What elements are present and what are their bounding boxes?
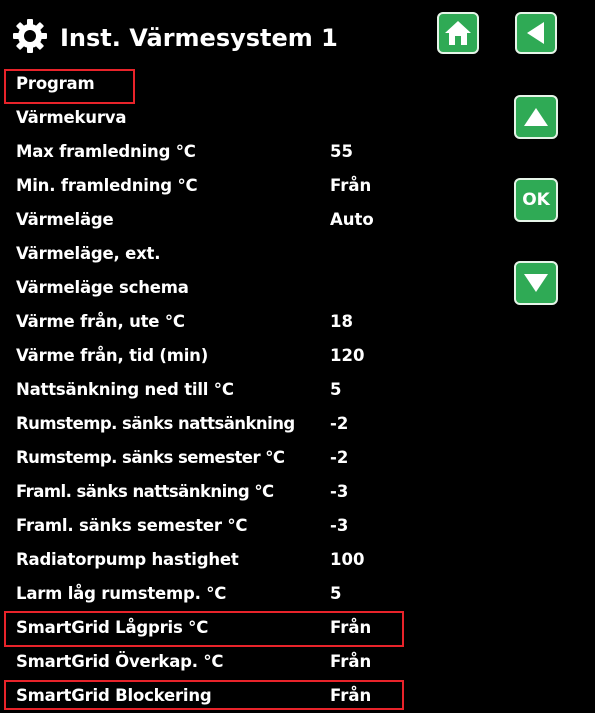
page-title: Inst. Värmesystem 1	[60, 24, 338, 52]
menu-item-label: Larm låg rumstemp. °C	[16, 584, 227, 603]
menu-item-label: Min. framledning °C	[16, 176, 198, 195]
menu-item-value: -3	[330, 482, 349, 501]
home-button[interactable]	[437, 12, 479, 54]
menu-item-label: Värme från, tid (min)	[16, 346, 209, 365]
menu-item-value: Från	[330, 652, 372, 671]
menu-item-smartgrid-blockering[interactable]: SmartGrid Blockering Från	[0, 679, 595, 713]
menu-item-rumstemp-semester[interactable]: Rumstemp. sänks semester °C -2	[0, 441, 595, 475]
menu-item-value: -2	[330, 448, 349, 467]
menu-item-value: 5	[330, 584, 342, 603]
menu-item-varme-fran-tid[interactable]: Värme från, tid (min) 120	[0, 339, 595, 373]
menu-item-program[interactable]: Program	[0, 67, 595, 101]
menu-item-value: 5	[330, 380, 342, 399]
menu-item-label: Program	[16, 74, 95, 93]
menu-item-varmekurva[interactable]: Värmekurva	[0, 101, 595, 135]
menu-item-larm-lag-rumstemp[interactable]: Larm låg rumstemp. °C 5	[0, 577, 595, 611]
menu-item-label: Värmeläge schema	[16, 278, 189, 297]
header-bar: Inst. Värmesystem 1	[0, 0, 595, 72]
back-arrow-icon	[524, 20, 548, 46]
menu-item-label: Framl. sänks semester °C	[16, 516, 248, 535]
menu-item-radiatorpump[interactable]: Radiatorpump hastighet 100	[0, 543, 595, 577]
menu-item-value: 120	[330, 346, 365, 365]
menu-item-label: Framl. sänks nattsänkning °C	[16, 482, 274, 501]
home-icon	[443, 19, 473, 47]
menu-item-value: Från	[330, 618, 372, 637]
menu-item-varmelage-ext[interactable]: Värmeläge, ext.	[0, 237, 595, 271]
menu-item-framl-semester[interactable]: Framl. sänks semester °C -3	[0, 509, 595, 543]
menu-item-value: 100	[330, 550, 365, 569]
menu-item-max-framledning[interactable]: Max framledning °C 55	[0, 135, 595, 169]
menu-item-smartgrid-lagpris[interactable]: SmartGrid Lågpris °C Från	[0, 611, 595, 645]
menu-item-value: 18	[330, 312, 353, 331]
menu-item-label: Nattsänkning ned till °C	[16, 380, 234, 399]
menu-item-value: Auto	[330, 210, 374, 229]
menu-item-label: SmartGrid Lågpris °C	[16, 618, 209, 637]
menu-item-label: Max framledning °C	[16, 142, 196, 161]
menu-item-label: Radiatorpump hastighet	[16, 550, 239, 569]
menu-item-value: 55	[330, 142, 353, 161]
menu-item-smartgrid-overkap[interactable]: SmartGrid Överkap. °C Från	[0, 645, 595, 679]
menu-item-varmelage-schema[interactable]: Värmeläge schema	[0, 271, 595, 305]
menu-item-rumstemp-natt[interactable]: Rumstemp. sänks nattsänkning -2	[0, 407, 595, 441]
menu-item-label: Värme från, ute °C	[16, 312, 185, 331]
menu-item-label: Värmeläge	[16, 210, 114, 229]
menu-item-label: Värmeläge, ext.	[16, 244, 161, 263]
menu-item-value: -2	[330, 414, 349, 433]
menu-item-label: SmartGrid Överkap. °C	[16, 652, 224, 671]
menu-item-varme-fran-ute[interactable]: Värme från, ute °C 18	[0, 305, 595, 339]
back-button[interactable]	[515, 12, 557, 54]
gear-icon	[12, 18, 48, 54]
menu-item-framl-natt[interactable]: Framl. sänks nattsänkning °C -3	[0, 475, 595, 509]
menu-item-label: Värmekurva	[16, 108, 127, 127]
settings-menu: Program Värmekurva Max framledning °C 55…	[0, 67, 595, 713]
menu-item-value: Från	[330, 176, 372, 195]
menu-item-value: -3	[330, 516, 349, 535]
menu-item-nattsankning[interactable]: Nattsänkning ned till °C 5	[0, 373, 595, 407]
menu-item-varmelage[interactable]: Värmeläge Auto	[0, 203, 595, 237]
menu-item-min-framledning[interactable]: Min. framledning °C Från	[0, 169, 595, 203]
menu-item-label: Rumstemp. sänks semester °C	[16, 448, 285, 467]
menu-item-label: Rumstemp. sänks nattsänkning	[16, 414, 295, 433]
